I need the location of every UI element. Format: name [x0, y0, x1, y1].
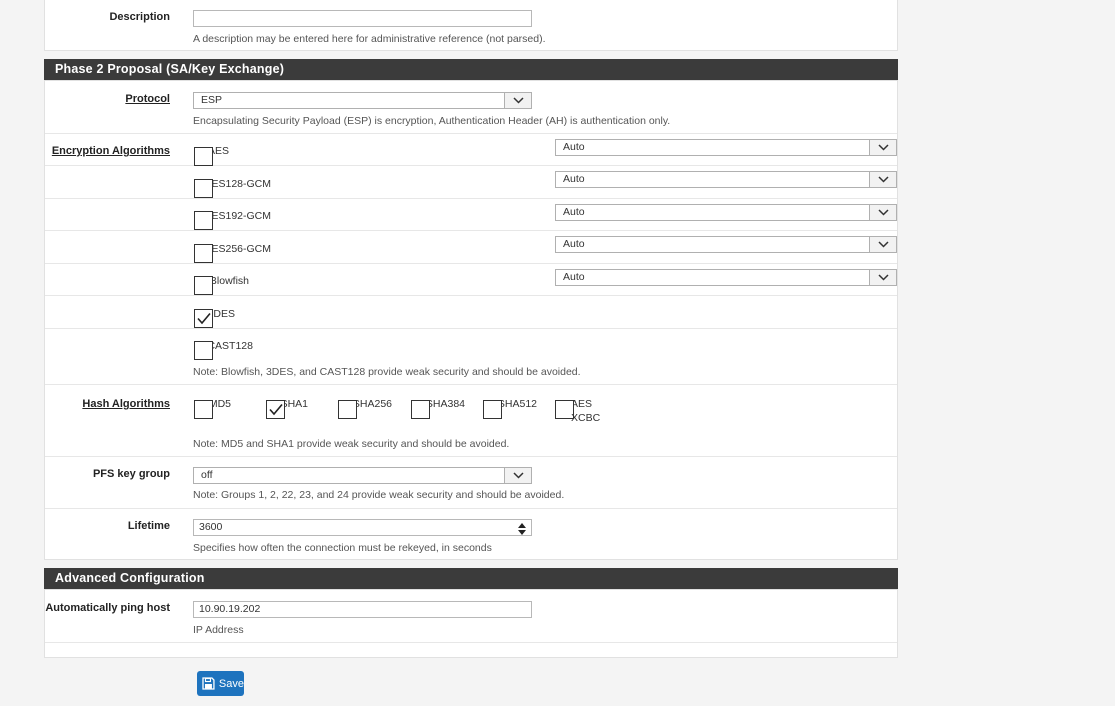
aes-xcbc-checkbox-label-line1: AES-	[574, 398, 592, 410]
lifetime-value: 3600	[199, 521, 223, 533]
encryption-label: Encryption Algorithms	[51, 145, 170, 157]
lifetime-row: Lifetime 3600 Specifies how often the co…	[45, 509, 897, 560]
aes192-gcm-key-length-select[interactable]: Auto	[555, 204, 897, 221]
cast128-checkbox-label: CAST128	[213, 340, 253, 352]
encryption-row: AES256-GCM Auto	[45, 231, 897, 264]
aes192-gcm-checkbox-label: AES192-GCM	[213, 210, 271, 222]
sha512-checkbox[interactable]	[483, 400, 502, 419]
sha1-checkbox-label: SHA1	[285, 398, 308, 410]
pfs-value: off	[201, 469, 213, 481]
ping-help: IP Address	[193, 624, 244, 636]
protocol-value: ESP	[201, 94, 223, 106]
encryption-row: AES128-GCM Auto	[45, 166, 897, 199]
encryption-note: Note: Blowfish, 3DES, and CAST128 provid…	[193, 366, 581, 378]
save-button-label: Save	[218, 677, 244, 690]
phase2-panel: Protocol ESP Encapsulating Security Payl…	[44, 80, 898, 560]
encryption-row: Encryption Algorithms AES Auto	[45, 134, 897, 166]
save-button[interactable]: Save	[197, 671, 244, 696]
advanced-panel: Automatically ping host 10.90.19.202 IP …	[44, 589, 898, 658]
encryption-row: CAST128 Note: Blowfish, 3DES, and CAST12…	[45, 329, 897, 385]
aes256-gcm-key-length-value: Auto	[563, 238, 585, 250]
pfs-row: PFS key group off Note: Groups 1, 2, 22,…	[45, 457, 897, 509]
phase2-header: Phase 2 Proposal (SA/Key Exchange)	[44, 59, 898, 80]
md5-checkbox-label: MD5	[213, 398, 231, 410]
chevron-down-icon	[869, 237, 896, 252]
chevron-down-icon	[504, 468, 531, 483]
pfs-note: Note: Groups 1, 2, 22, 23, and 24 provid…	[193, 489, 565, 501]
aes256-gcm-checkbox-label: AES256-GCM	[213, 243, 271, 255]
protocol-select[interactable]: ESP	[193, 92, 532, 109]
3des-checkbox-label: 3DES	[213, 308, 235, 320]
aes192-gcm-checkbox[interactable]	[194, 211, 213, 230]
encryption-row: AES192-GCM Auto	[45, 199, 897, 231]
aes128-gcm-checkbox[interactable]	[194, 179, 213, 198]
pfs-label: PFS key group	[92, 468, 170, 480]
aes128-gcm-key-length-value: Auto	[563, 173, 585, 185]
aes256-gcm-checkbox[interactable]	[194, 244, 213, 263]
3des-checkbox[interactable]	[194, 309, 213, 328]
check-icon	[197, 312, 211, 325]
blowfish-key-length-value: Auto	[563, 271, 585, 283]
description-panel: Description A description may be entered…	[44, 0, 898, 51]
sha384-checkbox[interactable]	[411, 400, 430, 419]
protocol-label: Protocol	[125, 93, 170, 105]
cast128-checkbox[interactable]	[194, 341, 213, 360]
hash-row: Hash Algorithms MD5 SHA1 SHA256 SHA384 S…	[45, 385, 897, 457]
hash-note: Note: MD5 and SHA1 provide weak security…	[193, 438, 510, 450]
ping-row: Automatically ping host 10.90.19.202 IP …	[45, 590, 897, 643]
protocol-row: Protocol ESP Encapsulating Security Payl…	[45, 81, 897, 134]
lifetime-help: Specifies how often the connection must …	[193, 542, 492, 554]
sha512-checkbox-label: SHA512	[502, 398, 537, 410]
chevron-down-icon	[869, 172, 896, 187]
encryption-row: 3DES	[45, 296, 897, 329]
chevron-down-icon	[869, 140, 896, 155]
blowfish-checkbox[interactable]	[194, 276, 213, 295]
sha1-checkbox[interactable]	[266, 400, 285, 419]
lifetime-label: Lifetime	[127, 520, 170, 532]
check-icon	[269, 403, 283, 416]
aes256-gcm-key-length-select[interactable]: Auto	[555, 236, 897, 253]
lifetime-input[interactable]: 3600	[193, 519, 532, 536]
chevron-down-icon	[869, 270, 896, 285]
aes128-gcm-key-length-select[interactable]: Auto	[555, 171, 897, 188]
sha256-checkbox-label: SHA256	[357, 398, 392, 410]
ping-host-input[interactable]: 10.90.19.202	[193, 601, 532, 618]
aes-xcbc-checkbox-label-line2: XCBC	[571, 412, 601, 424]
aes128-gcm-checkbox-label: AES128-GCM	[213, 178, 271, 190]
encryption-row: Blowfish Auto	[45, 264, 897, 296]
floppy-disk-icon	[202, 677, 215, 690]
blowfish-checkbox-label: Blowfish	[213, 275, 249, 287]
aes-checkbox-label: AES	[213, 145, 229, 157]
aes-checkbox[interactable]	[194, 147, 213, 166]
spinner-arrows-icon[interactable]	[516, 521, 527, 536]
description-help: A description may be entered here for ad…	[193, 33, 546, 45]
aes-key-length-select[interactable]: Auto	[555, 139, 897, 156]
ping-label: Automatically ping host	[45, 602, 170, 614]
sha384-checkbox-label: SHA384	[430, 398, 465, 410]
pfs-select[interactable]: off	[193, 467, 532, 484]
description-input[interactable]	[193, 10, 532, 27]
aes-key-length-value: Auto	[563, 141, 585, 153]
description-label: Description	[109, 11, 170, 23]
sha256-checkbox[interactable]	[338, 400, 357, 419]
chevron-down-icon	[504, 93, 531, 108]
aes192-gcm-key-length-value: Auto	[563, 206, 585, 218]
hash-label: Hash Algorithms	[82, 398, 170, 410]
chevron-down-icon	[869, 205, 896, 220]
md5-checkbox[interactable]	[194, 400, 213, 419]
protocol-help: Encapsulating Security Payload (ESP) is …	[193, 115, 671, 127]
advanced-header: Advanced Configuration	[44, 568, 898, 589]
blowfish-key-length-select[interactable]: Auto	[555, 269, 897, 286]
